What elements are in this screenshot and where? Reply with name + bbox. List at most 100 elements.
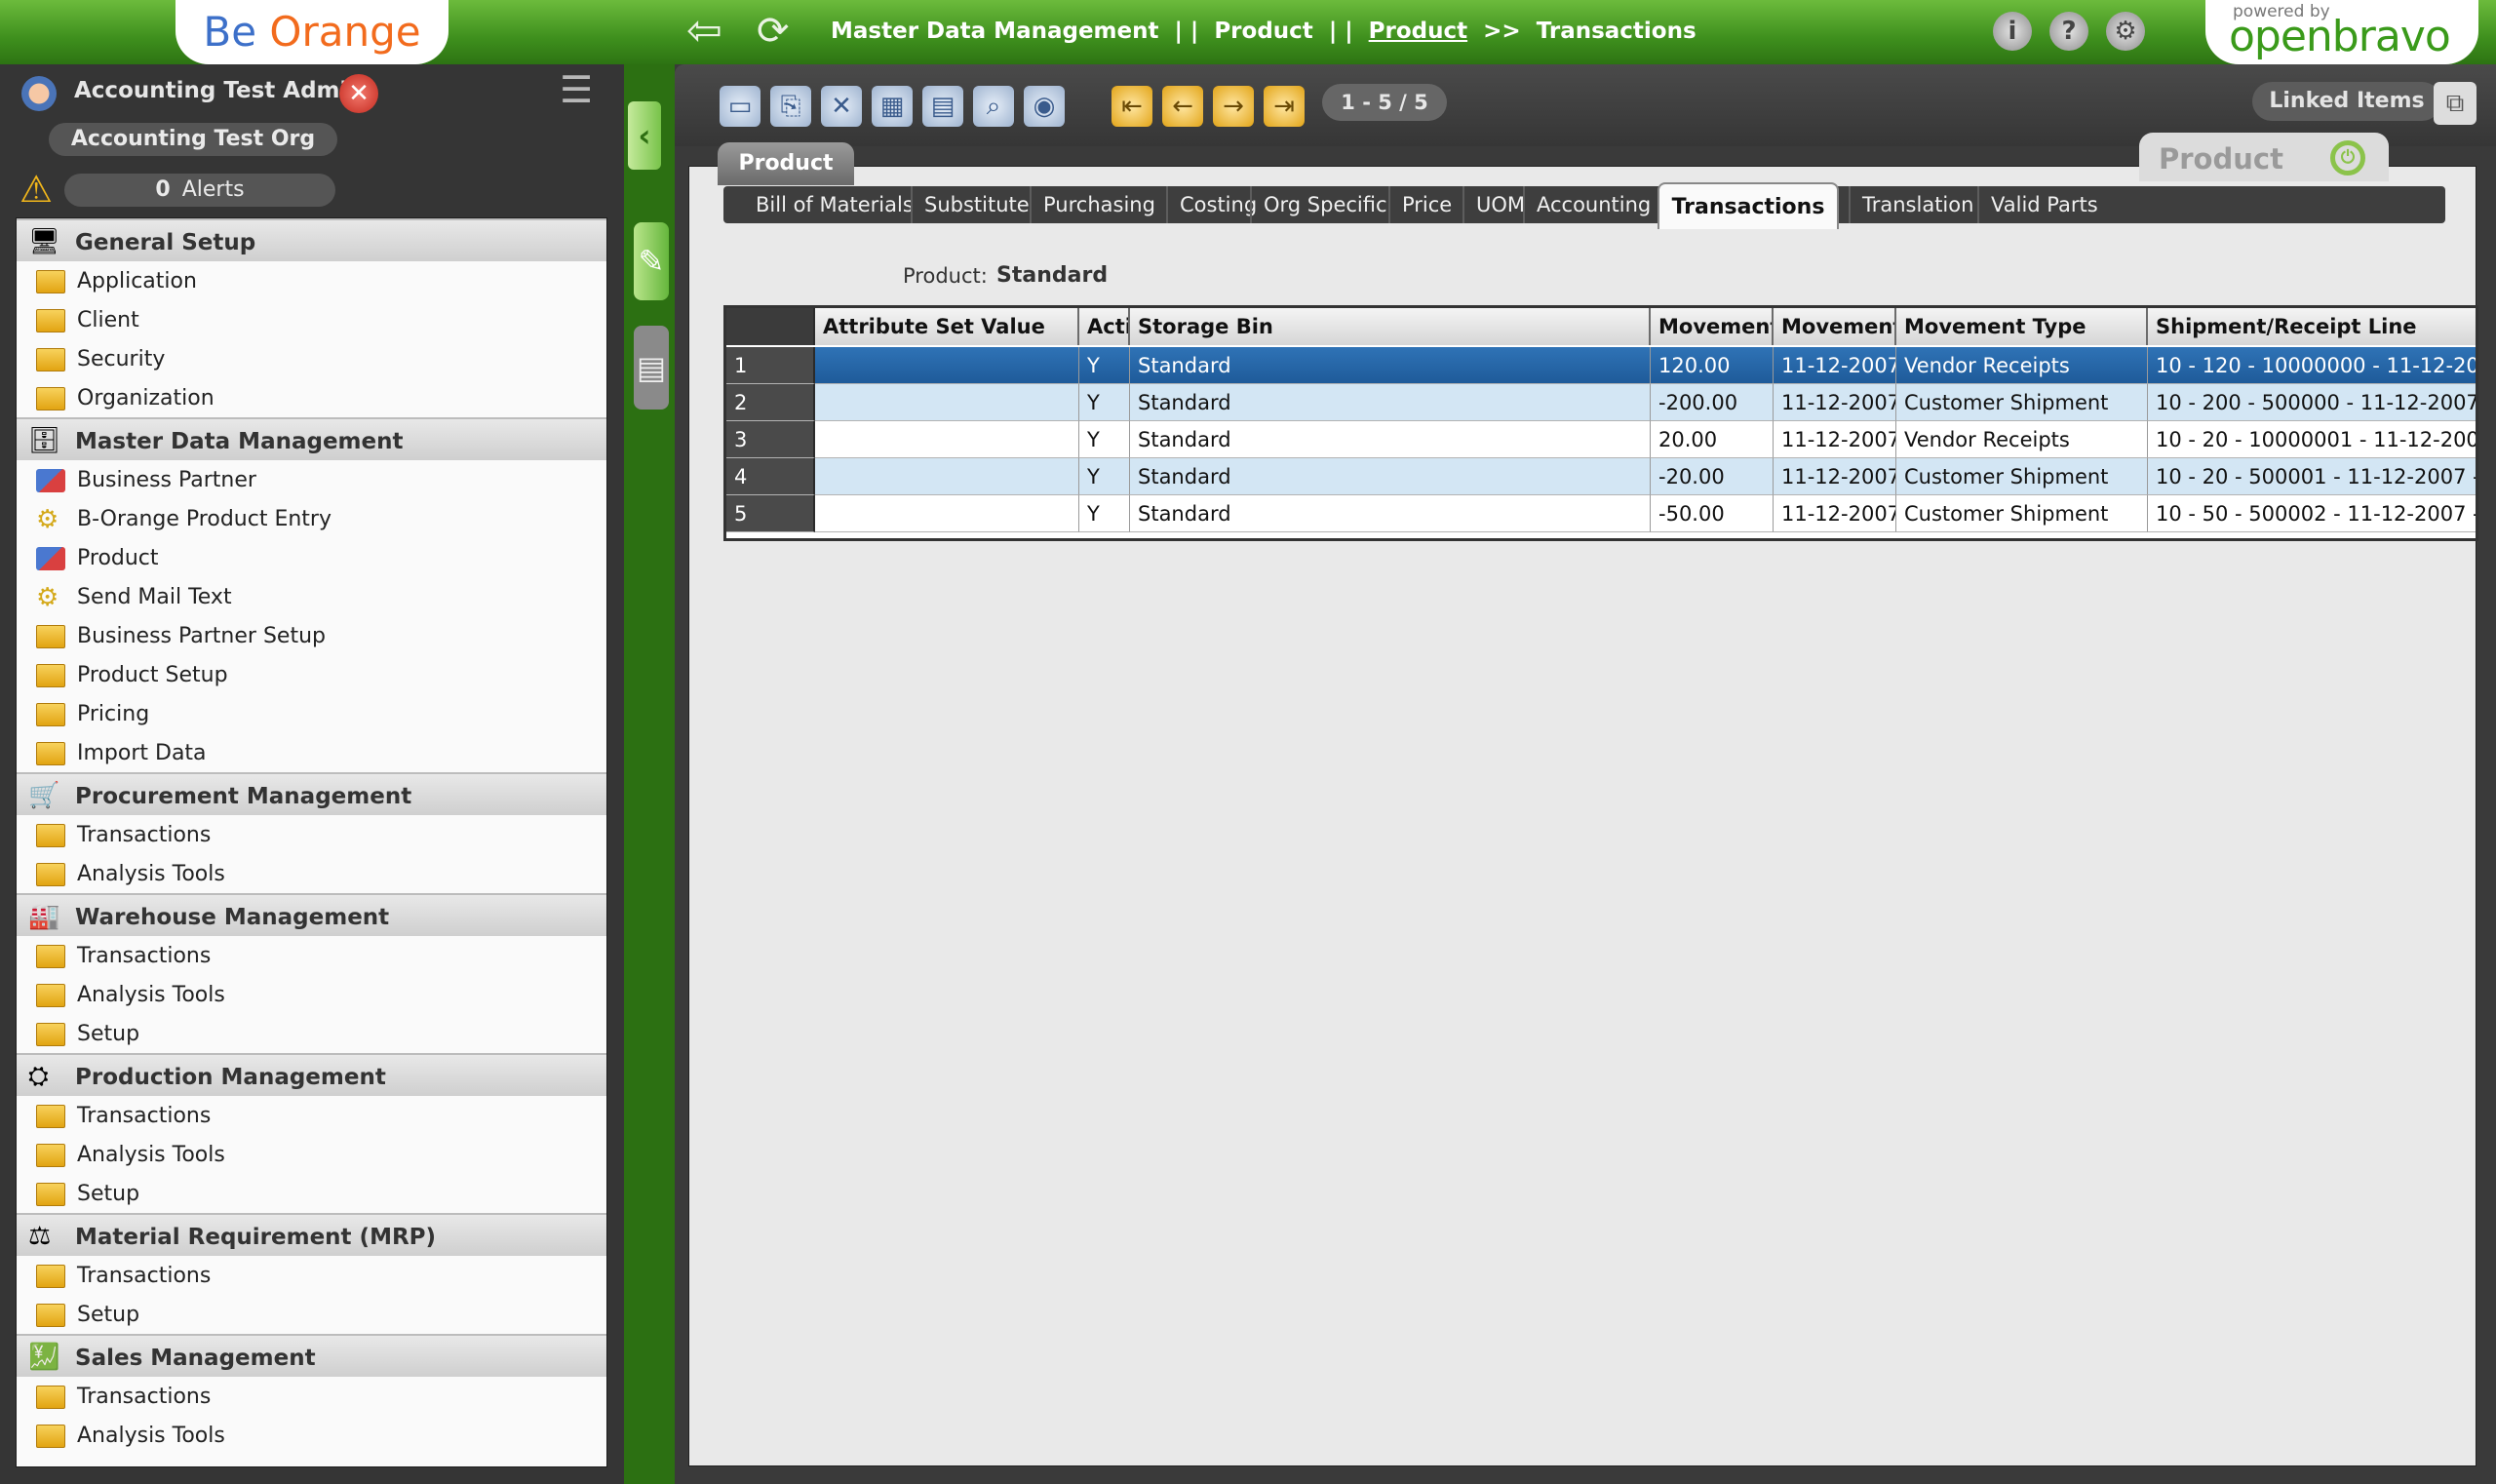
menu-item-send-mail-text[interactable]: ⚙ Send Mail Text — [17, 577, 606, 616]
menu-section-production[interactable]: ⛭ Production Management — [17, 1053, 606, 1096]
menu-item-business-partner-setup[interactable]: Business Partner Setup — [17, 616, 606, 655]
next-record-icon[interactable]: → — [1213, 86, 1254, 127]
menu-item-application[interactable]: Application — [17, 261, 606, 300]
back-arrow-icon[interactable]: ⇦ — [686, 10, 733, 53]
audit-trail-icon[interactable]: ◉ — [1024, 86, 1065, 127]
menu-item-mrp-setup[interactable]: Setup — [17, 1295, 606, 1334]
tab-price[interactable]: Price — [1388, 186, 1452, 223]
menu-item-import-data[interactable]: Import Data — [17, 733, 606, 772]
grid-view-icon[interactable]: ▤ — [634, 326, 669, 410]
column-header-active[interactable]: Acti — [1079, 308, 1130, 345]
menu-item-security[interactable]: Security — [17, 339, 606, 378]
folder-icon — [36, 1144, 65, 1167]
menu-item-production-transactions[interactable]: Transactions — [17, 1096, 606, 1135]
previous-record-icon[interactable]: ← — [1162, 86, 1203, 127]
new-record-icon[interactable]: ▭ — [720, 86, 760, 127]
openbravo-logo[interactable]: powered by openbravo — [2205, 0, 2478, 64]
menu-item-b-orange-product-entry[interactable]: ⚙ B-Orange Product Entry — [17, 499, 606, 538]
menu-item-label: Transactions — [77, 823, 212, 847]
logo-text-be: Be — [203, 8, 270, 56]
product-field-label: Product: — [903, 264, 988, 288]
column-header-shipment-receipt-line[interactable]: Shipment/Receipt Line — [2148, 308, 2476, 345]
table-row[interactable]: 5 Y Standard -50.00 11-12-2007 Customer … — [726, 495, 2476, 532]
tab-transactions[interactable]: Transactions — [1658, 182, 1839, 229]
row-number[interactable]: 3 — [726, 421, 815, 458]
edit-view-pencil-icon[interactable]: ✎ — [634, 222, 669, 300]
menu-item-label: Send Mail Text — [77, 585, 232, 609]
print-pdf-icon[interactable]: ▤ — [922, 86, 963, 127]
help-icon[interactable]: ? — [2049, 12, 2088, 51]
tab-purchasing[interactable]: Purchasing — [1030, 186, 1155, 223]
menu-item-organization[interactable]: Organization — [17, 378, 606, 417]
table-row[interactable]: 4 Y Standard -20.00 11-12-2007 Customer … — [726, 458, 2476, 495]
folder-icon — [36, 1265, 65, 1288]
first-record-icon[interactable]: ⇤ — [1112, 86, 1152, 127]
menu-item-business-partner[interactable]: Business Partner — [17, 460, 606, 499]
tab-product-header[interactable]: Product — [718, 142, 854, 185]
menu-item-sales-analysis[interactable]: Analysis Tools — [17, 1416, 606, 1455]
tab-accounting[interactable]: Accounting — [1523, 186, 1651, 223]
row-number[interactable]: 4 — [726, 458, 815, 495]
column-header-movement-quantity[interactable]: Movement — [1651, 308, 1774, 345]
tab-uom[interactable]: UOM — [1462, 186, 1525, 223]
table-row[interactable]: 2 Y Standard -200.00 11-12-2007 Customer… — [726, 384, 2476, 421]
column-header-movement-date[interactable]: Movement — [1774, 308, 1896, 345]
menu-item-procurement-transactions[interactable]: Transactions — [17, 815, 606, 854]
info-icon[interactable]: i — [1993, 12, 2032, 51]
table-row[interactable]: 1 Y Standard 120.00 11-12-2007 Vendor Re… — [726, 347, 2476, 384]
power-icon[interactable]: ⏻ — [2330, 140, 2365, 176]
about-icon[interactable]: ⚙ — [2106, 12, 2145, 51]
alerts-button[interactable]: 0 Alerts — [64, 174, 335, 207]
search-icon[interactable]: ⌕ — [973, 86, 1014, 127]
menu-item-production-setup[interactable]: Setup — [17, 1174, 606, 1213]
report-icon[interactable]: ▦ — [872, 86, 913, 127]
collapse-menu-icon[interactable]: ☰ — [560, 68, 599, 111]
cell-movement-type: Customer Shipment — [1896, 458, 2148, 495]
row-number[interactable]: 1 — [726, 347, 815, 384]
export-excel-icon[interactable]: ✕ — [821, 86, 862, 127]
cell-movement-date: 11-12-2007 — [1774, 347, 1896, 384]
tab-org-specific[interactable]: Org Specific — [1250, 186, 1387, 223]
logout-icon[interactable]: ✕ — [339, 74, 378, 113]
tab-translation[interactable]: Translation — [1849, 186, 1973, 223]
row-number[interactable]: 2 — [726, 384, 815, 421]
breadcrumb-product-link[interactable]: Product — [1369, 19, 1467, 44]
general-setup-icon: 🖥 — [28, 227, 61, 256]
linked-items-icon[interactable]: ⧉ — [2434, 82, 2476, 125]
menu-section-sales[interactable]: 💹 Sales Management — [17, 1334, 606, 1377]
menu-item-client[interactable]: Client — [17, 300, 606, 339]
menu-item-production-analysis[interactable]: Analysis Tools — [17, 1135, 606, 1174]
tab-substitute[interactable]: Substitute — [911, 186, 1030, 223]
menu-item-warehouse-transactions[interactable]: Transactions — [17, 936, 606, 975]
organization-label[interactable]: Accounting Test Org — [49, 123, 337, 156]
column-header-storage-bin[interactable]: Storage Bin — [1130, 308, 1651, 345]
attachment-icon[interactable]: ⎘ — [770, 86, 811, 127]
tab-valid-parts[interactable]: Valid Parts — [1977, 186, 2098, 223]
tab-costing[interactable]: Costing — [1166, 186, 1257, 223]
menu-item-sales-transactions[interactable]: Transactions — [17, 1377, 606, 1416]
menu-section-mrp[interactable]: ⚖ Material Requirement (MRP) — [17, 1213, 606, 1256]
menu-item-product-setup[interactable]: Product Setup — [17, 655, 606, 694]
cell-movement-type: Customer Shipment — [1896, 495, 2148, 532]
menu-item-product[interactable]: Product — [17, 538, 606, 577]
be-orange-logo[interactable]: Be Orange — [176, 0, 448, 64]
column-header-movement-type[interactable]: Movement Type — [1896, 308, 2148, 345]
menu-section-master-data[interactable]: 🗄 Master Data Management — [17, 417, 606, 460]
tab-bill-of-materials[interactable]: Bill of Materials — [756, 186, 914, 223]
linked-items-button[interactable]: Linked Items — [2252, 82, 2441, 121]
menu-item-procurement-analysis[interactable]: Analysis Tools — [17, 854, 606, 893]
menu-item-warehouse-analysis[interactable]: Analysis Tools — [17, 975, 606, 1014]
table-row[interactable]: 3 Y Standard 20.00 11-12-2007 Vendor Rec… — [726, 421, 2476, 458]
menu-item-mrp-transactions[interactable]: Transactions — [17, 1256, 606, 1295]
row-number[interactable]: 5 — [726, 495, 815, 532]
user-name[interactable]: Accounting Test Admin — [74, 78, 364, 103]
menu-section-warehouse[interactable]: 🏭 Warehouse Management — [17, 893, 606, 936]
column-header-attribute-set-value[interactable]: Attribute Set Value — [815, 308, 1079, 345]
menu-item-pricing[interactable]: Pricing — [17, 694, 606, 733]
menu-section-general-setup[interactable]: 🖥 General Setup — [17, 218, 606, 261]
menu-item-warehouse-setup[interactable]: Setup — [17, 1014, 606, 1053]
collapse-left-panel-icon[interactable]: ‹ — [628, 101, 661, 170]
menu-section-procurement[interactable]: 🛒 Procurement Management — [17, 772, 606, 815]
refresh-icon[interactable]: ⟳ — [757, 10, 800, 53]
last-record-icon[interactable]: ⇥ — [1264, 86, 1305, 127]
